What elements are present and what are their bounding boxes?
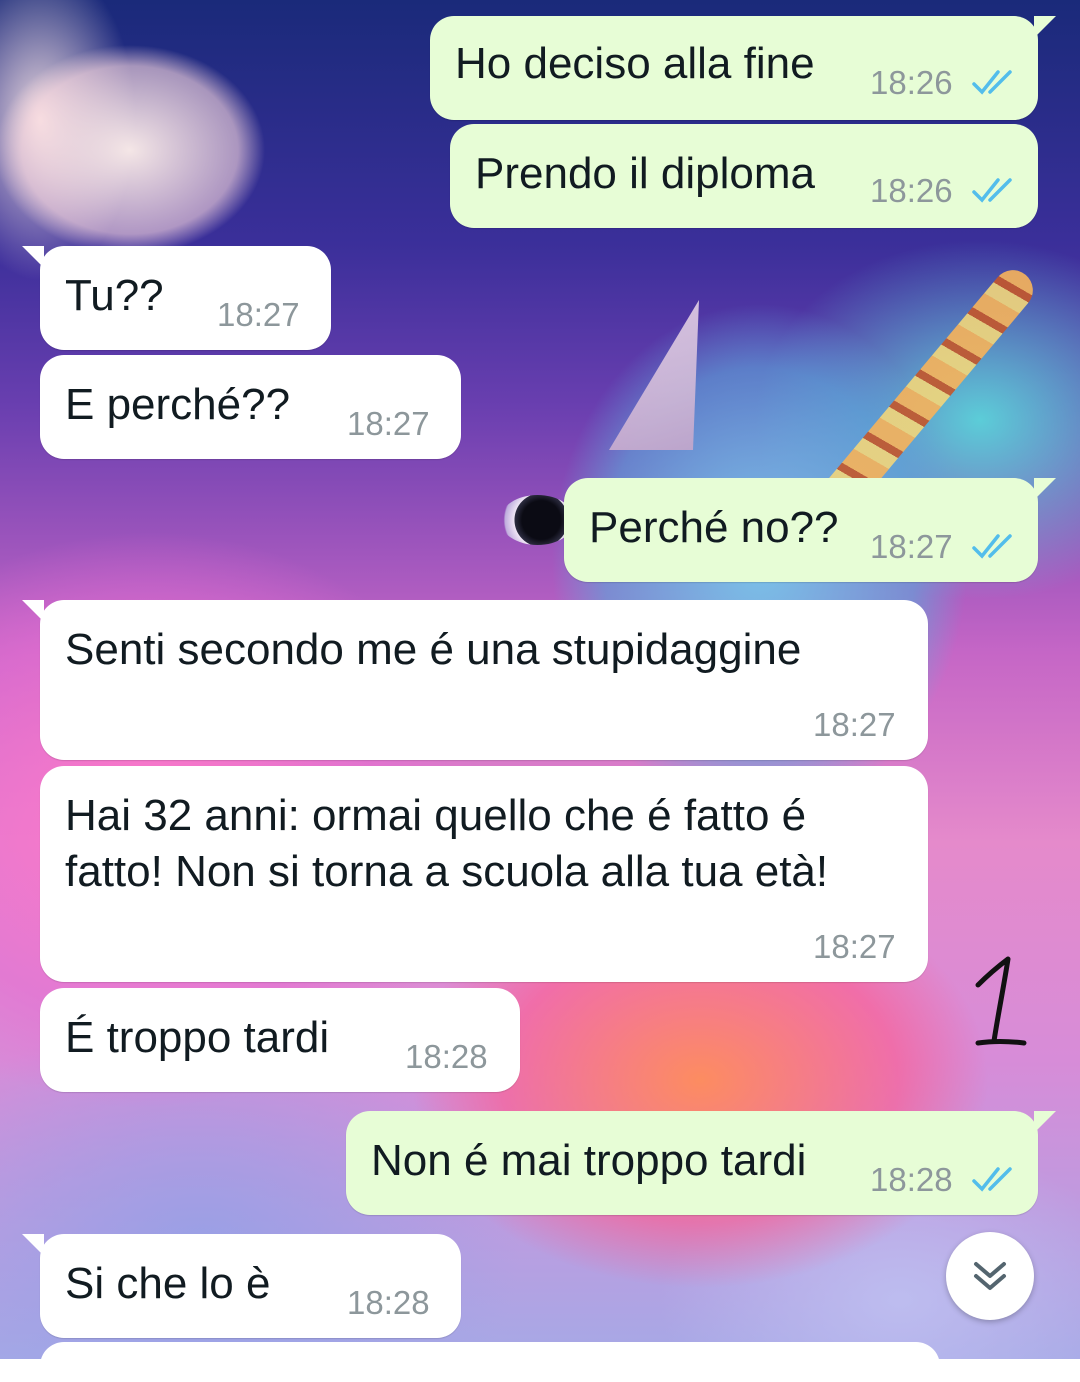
message-text-line-2: fatto! Non si torna a scuola alla tua et… xyxy=(65,847,829,896)
double-check-icon xyxy=(972,1167,1012,1192)
double-check-icon xyxy=(972,178,1012,203)
message-text: Ho deciso alla fine xyxy=(455,39,815,88)
message-bubble-incoming[interactable]: É troppo tardi 18:28 xyxy=(40,988,520,1092)
message-bubble-outgoing[interactable]: Prendo il diploma 18:26 xyxy=(450,124,1038,228)
message-bubble-incoming[interactable]: Senti secondo me é una stupidaggine 18:2… xyxy=(22,600,928,760)
message-bubble-outgoing[interactable]: Non é mai troppo tardi 18:28 xyxy=(346,1111,1056,1215)
message-time: 18:27 xyxy=(813,928,896,965)
message-bubble-incoming[interactable]: Hai 32 anni: ormai quello che é fatto é … xyxy=(40,766,928,982)
message-text: Prendo il diploma xyxy=(475,149,815,198)
message-time: 18:28 xyxy=(870,1161,953,1198)
message-time: 18:26 xyxy=(870,172,953,209)
message-time: 18:28 xyxy=(405,1038,488,1075)
message-bubble-incoming[interactable]: E perché?? 18:27 xyxy=(40,355,461,459)
message-time: 18:27 xyxy=(813,706,896,743)
message-bubble-outgoing[interactable]: Perché no?? 18:27 xyxy=(564,478,1056,582)
message-text: É troppo tardi xyxy=(65,1013,330,1062)
scroll-to-bottom-button[interactable] xyxy=(946,1232,1034,1320)
message-time: 18:27 xyxy=(870,528,953,565)
double-chevron-down-icon xyxy=(974,1262,1006,1290)
handwritten-number-annotation xyxy=(975,956,1027,1046)
message-bubble-outgoing[interactable]: Ho deciso alla fine 18:26 xyxy=(430,16,1056,120)
message-text: Tu?? xyxy=(65,271,164,320)
message-text: Senti secondo me é una stupidaggine xyxy=(65,625,802,674)
double-check-icon xyxy=(972,70,1012,95)
message-bubble-incoming[interactable]: Si che lo è 18:28 xyxy=(22,1234,461,1338)
message-text: Perché no?? xyxy=(589,503,839,552)
message-text: E perché?? xyxy=(65,380,291,429)
message-time: 18:27 xyxy=(217,296,300,333)
message-bubble-incoming-partial[interactable] xyxy=(40,1342,940,1382)
message-text-line-1: Hai 32 anni: ormai quello che é fatto é xyxy=(65,791,807,840)
message-text: Non é mai troppo tardi xyxy=(371,1136,807,1185)
double-check-icon xyxy=(972,534,1012,559)
message-bubble-incoming[interactable]: Tu?? 18:27 xyxy=(22,246,331,350)
message-text: Si che lo è xyxy=(65,1259,271,1308)
message-time: 18:28 xyxy=(347,1284,430,1321)
message-time: 18:27 xyxy=(347,405,430,442)
message-time: 18:26 xyxy=(870,64,953,101)
